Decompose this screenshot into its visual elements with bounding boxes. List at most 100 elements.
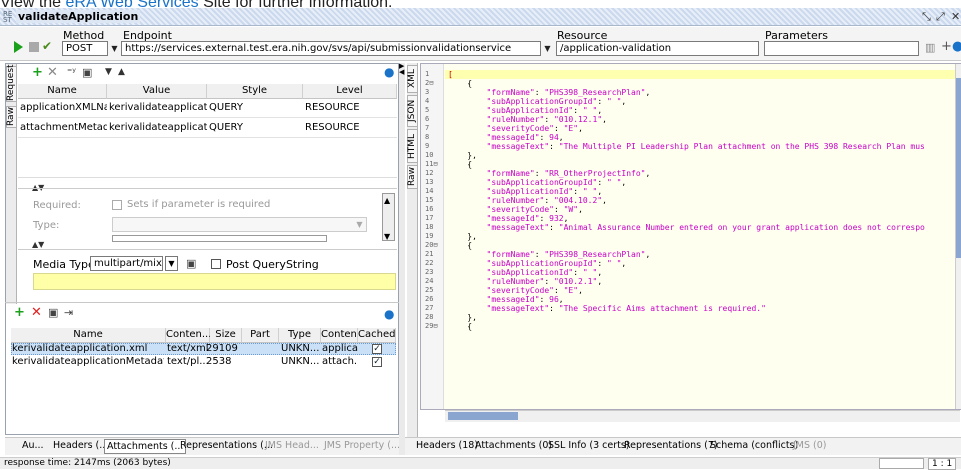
request-body-editor[interactable] bbox=[33, 273, 396, 290]
scroll-down-icon[interactable]: ▼ bbox=[384, 230, 390, 243]
col-att-type[interactable]: Type bbox=[279, 328, 321, 343]
code-line[interactable]: "subApplicationGroupId": " ", bbox=[448, 259, 956, 268]
code-line[interactable]: "ruleNumber": "004.10.2", bbox=[448, 196, 956, 205]
tab-resp-headers[interactable]: Headers (18) bbox=[414, 439, 480, 454]
col-name[interactable]: Name bbox=[18, 84, 107, 99]
tab-jms-headers[interactable]: JMS Head... bbox=[263, 439, 321, 454]
move-up-icon[interactable]: ▲ bbox=[118, 66, 125, 79]
code-line[interactable]: "messageId": 96, bbox=[448, 295, 956, 304]
att-content-cell[interactable]: text/xml bbox=[167, 343, 210, 354]
tab-attachments[interactable]: Attachments (... bbox=[104, 439, 187, 454]
code-line[interactable]: "messageText": "The Specific Aims attach… bbox=[448, 304, 956, 313]
endpoint-input[interactable]: https://services.external.test.era.nih.g… bbox=[121, 41, 541, 56]
required-checkbox[interactable] bbox=[112, 200, 122, 210]
col-level[interactable]: Level bbox=[303, 84, 397, 99]
plus-icon[interactable]: + bbox=[941, 40, 952, 53]
code-line[interactable]: "severityCode": "W", bbox=[448, 205, 956, 214]
tab-representations[interactable]: Representations (... bbox=[178, 439, 275, 454]
code-line[interactable]: "ruleNumber": "010.2.1", bbox=[448, 277, 956, 286]
response-json-code[interactable]: [ { "formName": "PHS398_ResearchPlan", "… bbox=[448, 70, 956, 408]
chevron-down-icon[interactable]: ▼ bbox=[110, 42, 119, 55]
code-line[interactable]: "messageId": 94, bbox=[448, 133, 956, 142]
scrollbar-thumb[interactable] bbox=[956, 78, 961, 258]
tab-raw-response[interactable]: Raw bbox=[407, 165, 418, 189]
code-line[interactable]: { bbox=[448, 79, 956, 88]
check-icon[interactable]: ✔ bbox=[42, 40, 52, 53]
table-row[interactable]: kerivalidateapplicati... bbox=[109, 122, 207, 133]
maximize-icon[interactable]: ⤢ bbox=[936, 10, 945, 24]
tab-resp-representations[interactable]: Representations (7) bbox=[622, 439, 720, 454]
post-querystring-checkbox[interactable] bbox=[211, 259, 221, 269]
table-row[interactable]: QUERY bbox=[209, 122, 299, 133]
col-att-cached[interactable]: Cached bbox=[358, 328, 396, 343]
att-content2-cell[interactable]: attach... bbox=[322, 356, 358, 367]
col-style[interactable]: Style bbox=[207, 84, 303, 99]
table-row[interactable]: kerivalidateapplication.xml bbox=[12, 343, 164, 354]
run-icon[interactable] bbox=[14, 41, 23, 53]
edit-icon[interactable]: ▥ bbox=[925, 41, 935, 54]
tab-request[interactable]: Request bbox=[6, 64, 17, 102]
code-line[interactable]: "ruleNumber": "010.12.1", bbox=[448, 115, 956, 124]
table-row[interactable]: RESOURCE bbox=[305, 122, 395, 133]
chevron-down-icon[interactable]: ▼ bbox=[355, 218, 364, 231]
tab-json[interactable]: JSON bbox=[407, 95, 418, 127]
remove-icon[interactable]: ✕ bbox=[47, 66, 58, 79]
tab-raw[interactable]: Raw bbox=[6, 106, 17, 128]
att-size-cell[interactable]: 29109 bbox=[206, 343, 241, 354]
code-line[interactable]: "messageText": "Animal Assurance Number … bbox=[448, 223, 956, 232]
code-line[interactable]: "subApplicationId": " ", bbox=[448, 268, 956, 277]
col-att-size[interactable]: Size bbox=[210, 328, 242, 343]
tab-html[interactable]: HTML bbox=[407, 129, 418, 163]
export-icon[interactable]: ⇥ bbox=[64, 306, 73, 319]
att-content2-cell[interactable]: applica... bbox=[322, 343, 358, 354]
tab-xml[interactable]: XML bbox=[407, 65, 418, 93]
code-line[interactable]: }, bbox=[448, 151, 956, 160]
cached-checkbox[interactable]: ✓ bbox=[372, 344, 382, 354]
options-icon[interactable]: ▣ bbox=[186, 257, 196, 270]
move-down-icon[interactable]: ▼ bbox=[105, 66, 112, 79]
help-icon[interactable]: ● bbox=[384, 66, 394, 79]
type-select[interactable] bbox=[112, 217, 367, 232]
code-line[interactable]: "subApplicationId": " ", bbox=[448, 106, 956, 115]
table-row[interactable]: attachmentMetadata bbox=[20, 122, 107, 133]
parameters-input[interactable] bbox=[764, 41, 919, 56]
tab-jms-property[interactable]: JMS Property (... bbox=[322, 439, 402, 454]
code-line[interactable]: "formName": "PHS398_ResearchPlan", bbox=[448, 88, 956, 97]
stop-icon[interactable] bbox=[29, 42, 39, 52]
table-row[interactable]: kerivalidateapplicationMetadata.txt bbox=[12, 356, 164, 367]
help-icon[interactable]: ● bbox=[384, 308, 394, 321]
method-select[interactable]: POST bbox=[62, 41, 108, 56]
code-line[interactable]: "severityCode": "E", bbox=[448, 286, 956, 295]
tab-resp-attachments[interactable]: Attachments (0) bbox=[473, 439, 554, 454]
code-line[interactable]: { bbox=[448, 160, 956, 169]
chevron-down-icon[interactable]: ▼ bbox=[543, 42, 552, 55]
code-line[interactable]: "subApplicationId": " ", bbox=[448, 187, 956, 196]
col-att-content[interactable]: Conten... bbox=[166, 328, 211, 343]
resource-input[interactable]: /application-validation bbox=[556, 41, 759, 56]
tab-ssl-info[interactable]: SSL Info (3 certs) bbox=[546, 439, 632, 454]
horizontal-scrollbar[interactable] bbox=[445, 410, 960, 422]
code-line[interactable]: { bbox=[448, 322, 956, 331]
code-line[interactable]: "messageId": 932, bbox=[448, 214, 956, 223]
attachment-options-icon[interactable]: ▣ bbox=[48, 306, 58, 319]
code-line[interactable]: "severityCode": "E", bbox=[448, 124, 956, 133]
table-row[interactable]: kerivalidateapplicati... bbox=[109, 102, 207, 113]
collapse-icon[interactable]: ▶ ◀ bbox=[399, 63, 404, 76]
close-icon[interactable]: ✕ bbox=[951, 10, 960, 23]
tab-headers[interactable]: Headers (... bbox=[51, 439, 110, 454]
remove-attachment-icon[interactable]: ✕ bbox=[31, 306, 42, 319]
options-icon[interactable]: ▣ bbox=[82, 66, 92, 79]
hscroll-thumb[interactable] bbox=[448, 412, 518, 420]
att-type-cell[interactable]: UNKN... bbox=[281, 343, 321, 354]
scroll-up-icon[interactable]: ▲ bbox=[384, 194, 390, 207]
col-att-part[interactable]: Part bbox=[242, 328, 279, 343]
col-value[interactable]: Value bbox=[107, 84, 207, 99]
table-row[interactable]: RESOURCE bbox=[305, 102, 395, 113]
att-content-cell[interactable]: text/pl... bbox=[167, 356, 210, 367]
col-att-content2[interactable]: Conten... bbox=[321, 328, 366, 343]
chevron-down-icon[interactable]: ▼ bbox=[165, 256, 178, 271]
panel-splitter[interactable] bbox=[399, 63, 405, 455]
att-type-cell[interactable]: UNKN... bbox=[281, 356, 321, 367]
code-line[interactable]: [ bbox=[448, 70, 956, 79]
code-line[interactable]: "subApplicationGroupId": " ", bbox=[448, 178, 956, 187]
